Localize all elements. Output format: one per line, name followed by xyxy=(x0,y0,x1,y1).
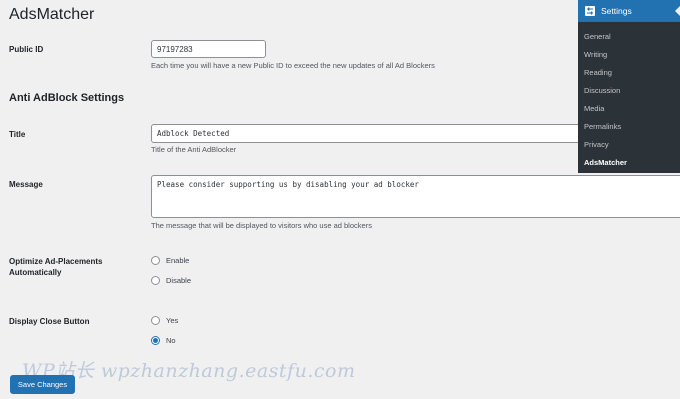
menu-item-writing[interactable]: Writing xyxy=(584,50,607,59)
close-button-label: Display Close Button xyxy=(9,317,90,326)
close-button-yes-label: Yes xyxy=(166,316,179,325)
public-id-input[interactable]: 97197283 xyxy=(151,40,266,58)
title-input[interactable]: Adblock Detected xyxy=(151,124,591,143)
optimize-enable-label: Enable xyxy=(166,256,190,265)
save-changes-button[interactable]: Save Changes xyxy=(10,375,75,394)
optimize-label-line2: Automatically xyxy=(9,268,62,277)
title-input-value: Adblock Detected xyxy=(157,129,230,138)
public-id-value: 97197283 xyxy=(157,44,193,54)
section-title: Anti AdBlock Settings xyxy=(9,92,125,104)
public-id-description: Each time you will have a new Public ID … xyxy=(151,61,435,70)
title-description: Title of the Anti AdBlocker xyxy=(151,145,237,154)
menu-item-adsmatcher[interactable]: AdsMatcher xyxy=(584,158,627,167)
menu-item-permalinks[interactable]: Permalinks xyxy=(584,122,621,131)
optimize-enable-radio[interactable] xyxy=(151,256,160,265)
public-id-label: Public ID xyxy=(9,45,44,54)
close-button-no-radio[interactable] xyxy=(151,336,160,345)
menu-item-media[interactable]: Media xyxy=(584,104,604,113)
page-title: AdsMatcher xyxy=(9,6,95,23)
settings-menu-title: Settings xyxy=(601,6,632,16)
menu-item-general[interactable]: General xyxy=(584,32,611,41)
optimize-enable-option[interactable]: Enable xyxy=(151,256,189,265)
admin-settings-menu: Settings General Writing Reading Discuss… xyxy=(578,0,680,173)
settings-icon xyxy=(585,6,595,16)
settings-menu-header[interactable]: Settings xyxy=(578,0,680,22)
message-label: Message xyxy=(9,180,43,189)
menu-item-discussion[interactable]: Discussion xyxy=(584,86,620,95)
close-button-no-label: No xyxy=(166,336,176,345)
close-button-no-option[interactable]: No xyxy=(151,336,176,345)
menu-item-privacy[interactable]: Privacy xyxy=(584,140,609,149)
optimize-disable-radio[interactable] xyxy=(151,276,160,285)
close-button-yes-radio[interactable] xyxy=(151,316,160,325)
close-button-yes-option[interactable]: Yes xyxy=(151,316,178,325)
optimize-disable-label: Disable xyxy=(166,276,192,285)
message-textarea[interactable]: Please consider supporting us by disabli… xyxy=(151,175,680,218)
menu-pointer-arrow xyxy=(675,6,680,16)
message-description: The message that will be displayed to vi… xyxy=(151,221,372,230)
optimize-label: Optimize Ad-Placements Automatically xyxy=(9,256,103,278)
optimize-disable-option[interactable]: Disable xyxy=(151,276,191,285)
title-label: Title xyxy=(9,130,26,139)
menu-item-reading[interactable]: Reading xyxy=(584,68,612,77)
message-textarea-value: Please consider supporting us by disabli… xyxy=(157,180,419,189)
optimize-label-line1: Optimize Ad-Placements xyxy=(9,257,103,266)
